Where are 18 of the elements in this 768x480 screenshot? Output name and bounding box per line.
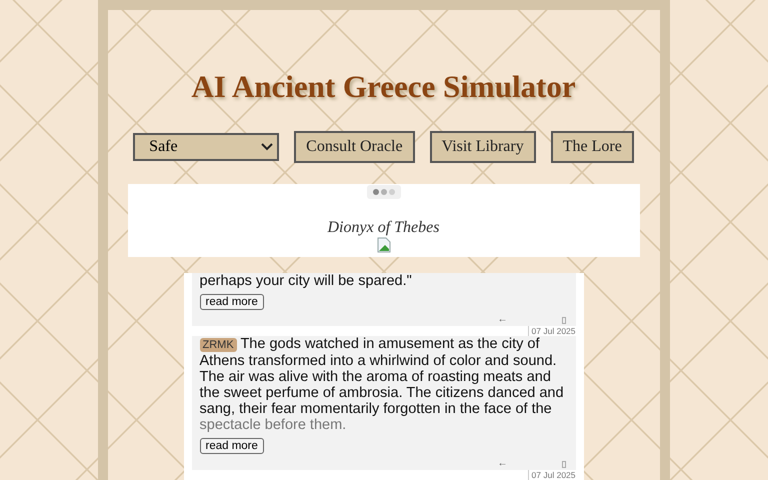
post-text: ZRMK The gods watched in amusement as the city of Athens transformed into a whirlwind of color and sound. The air was alive with the aroma of roasting meats and the sweet perfume of ambrosia. The citizens danced and sang, their fear momentarily forgotten in the face of the spectacle before them. (200, 336, 565, 433)
loading-dots-icon (366, 185, 400, 200)
read-more-button[interactable]: read more (200, 294, 264, 310)
placeholder-glyph-icon (562, 460, 566, 468)
broken-image-icon (376, 237, 392, 254)
mode-select[interactable]: Safe (133, 133, 280, 162)
nav-button[interactable]: Consult Oracle (294, 131, 415, 164)
post-date: 07 Jul 2025 (528, 470, 576, 480)
reply-button[interactable]: ← (498, 316, 508, 324)
author-name: Dionyx of Thebes (328, 219, 440, 238)
read-more-button[interactable]: read more (200, 438, 264, 454)
nav-button[interactable]: Visit Library (430, 131, 536, 164)
chevron-icon (261, 143, 274, 152)
page-title: AI Ancient Greece Simulator (191, 70, 576, 104)
reply-button[interactable]: ← (498, 460, 508, 468)
placeholder-glyph-icon (562, 316, 566, 324)
post-text: perhaps your city will be spared." (200, 273, 413, 289)
nav-button[interactable]: The Lore (550, 131, 634, 164)
